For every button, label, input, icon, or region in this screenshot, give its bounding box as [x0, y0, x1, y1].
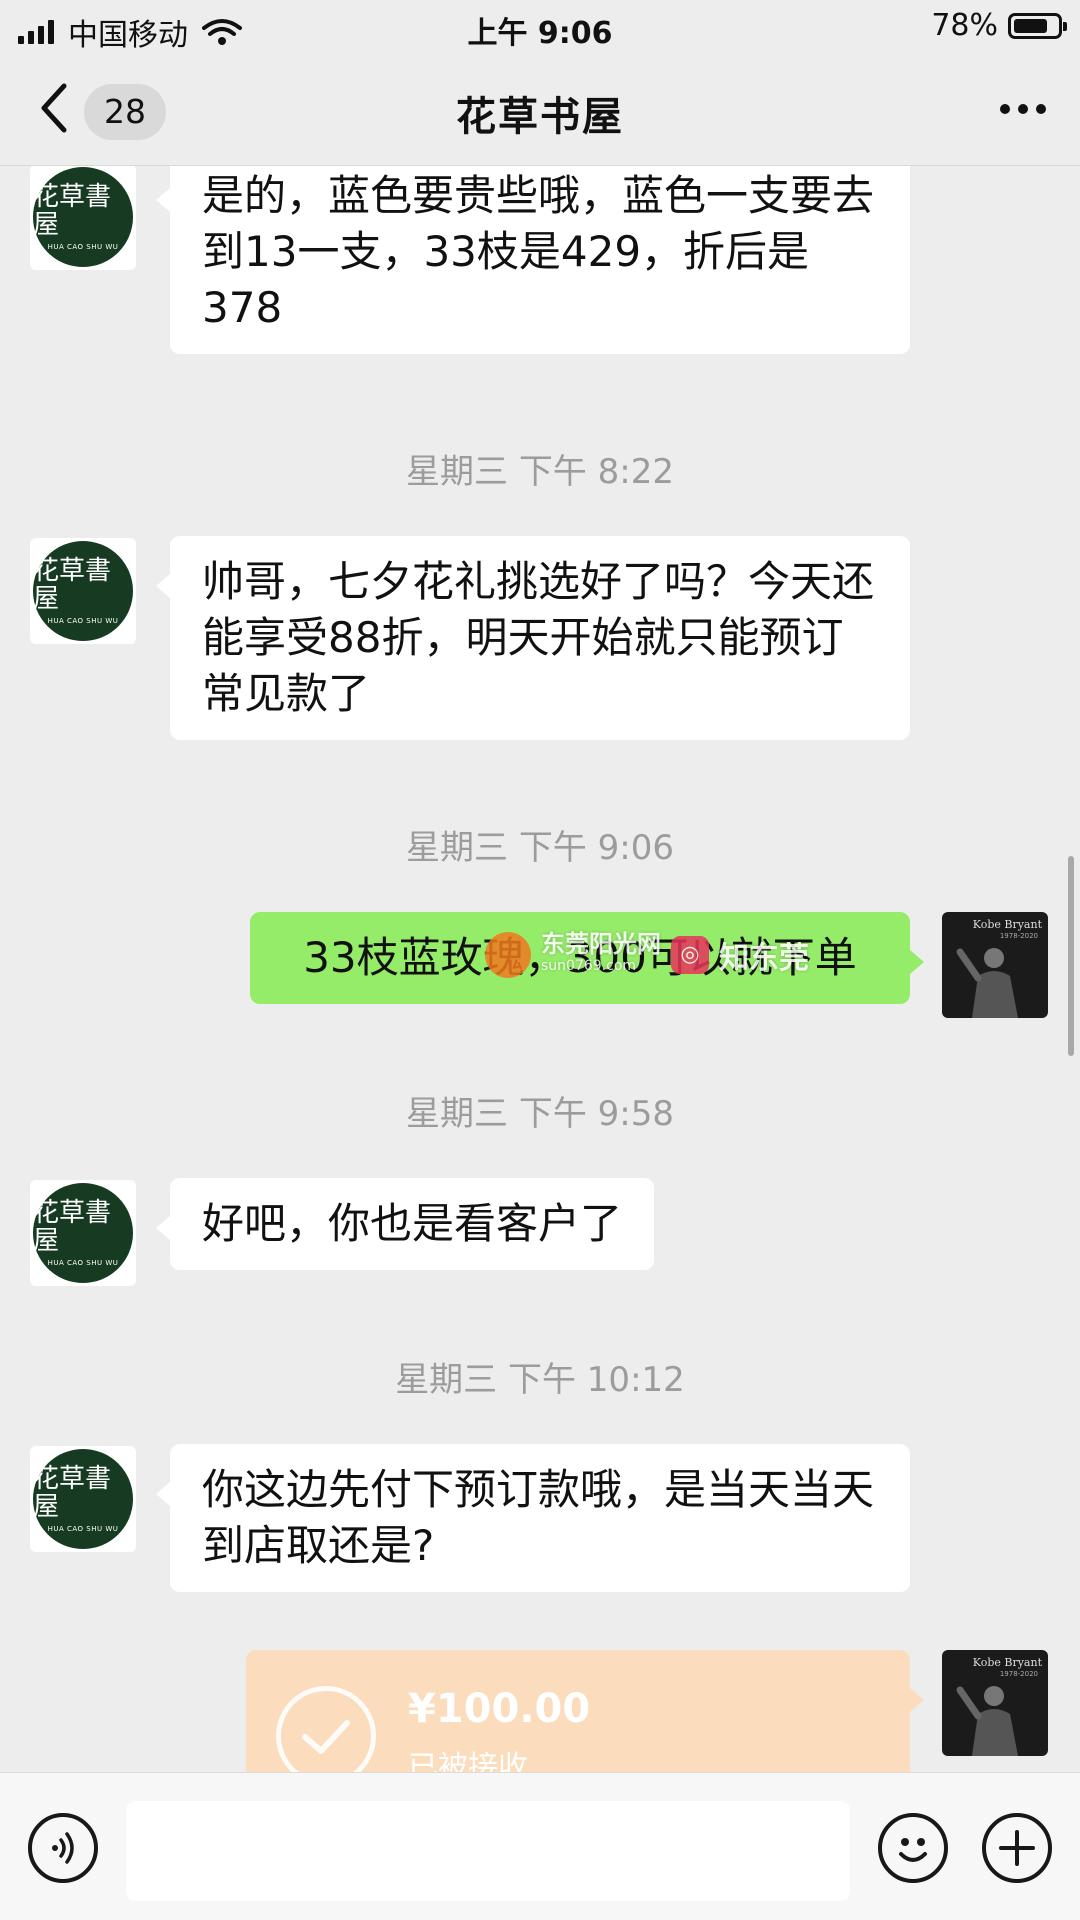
- shop-logo-sub: HUA CAO SHU WU: [47, 1525, 119, 1533]
- message-timestamp: 星期三 下午 8:22: [406, 452, 674, 492]
- message-timestamp: 星期三 下午 9:06: [406, 828, 674, 868]
- battery-percent: 78%: [931, 8, 998, 43]
- shop-logo-sub: HUA CAO SHU WU: [47, 1259, 119, 1267]
- watermark-site1-url: sun0769.com: [541, 958, 637, 974]
- shop-logo-mark: 花草書屋: [33, 1464, 112, 1522]
- battery-fill: [1014, 18, 1047, 33]
- shop-logo: 花草書屋 HUA CAO SHU WU: [33, 1183, 133, 1283]
- message-bubble-incoming[interactable]: 好吧，你也是看客户了: [155, 1178, 655, 1270]
- voice-icon[interactable]: [28, 1813, 98, 1883]
- shop-avatar[interactable]: 花草書屋 HUA CAO SHU WU: [30, 1446, 136, 1552]
- message-input[interactable]: [126, 1801, 850, 1901]
- message-bubble-incoming[interactable]: 你这边先付下预订款哦，是当天当天到店取还是?: [156, 1444, 910, 1592]
- user-avatar[interactable]: Kobe Bryant 1978-2020: [942, 1650, 1048, 1756]
- shop-logo-sub: HUA CAO SHU WU: [47, 243, 119, 251]
- shop-logo-mark: 花草書屋: [33, 556, 112, 614]
- emoji-icon[interactable]: [878, 1813, 948, 1883]
- watermark-site2: 知东莞: [719, 941, 809, 976]
- shop-logo: 花草書屋 HUA CAO SHU WU: [33, 1449, 133, 1549]
- transfer-card[interactable]: ¥100.00 已被接收: [246, 1650, 924, 1772]
- checkmark-icon: [276, 1686, 376, 1772]
- shop-logo-sub: HUA CAO SHU WU: [47, 617, 119, 625]
- status-bar: 中国移动 上午 9:06 78%: [0, 0, 1080, 54]
- battery-icon: [1008, 12, 1067, 39]
- more-dots-icon[interactable]: [1000, 104, 1046, 114]
- shop-avatar[interactable]: 花草書屋 HUA CAO SHU WU: [30, 1180, 136, 1286]
- transfer-amount: ¥100.00: [408, 1686, 591, 1732]
- message-bubble-incoming[interactable]: 是的，蓝色要贵些哦，蓝色一支要去到13一支，33枝是429，折后是378: [156, 166, 910, 354]
- status-time: 上午 9:06: [467, 16, 613, 51]
- sun-logo-icon: [485, 932, 531, 978]
- watermark-site1-name: 东莞阳光网: [541, 930, 661, 958]
- message-timestamp: 星期三 下午 9:58: [406, 1094, 674, 1134]
- shop-logo: 花草書屋 HUA CAO SHU WU: [33, 167, 133, 267]
- status-right: 78%: [931, 8, 1067, 43]
- scrollbar[interactable]: [1068, 856, 1074, 1056]
- shop-logo-mark: 花草書屋: [33, 1198, 112, 1256]
- player-silhouette-icon: [956, 948, 1018, 1018]
- zhidongguan-logo-icon: ◎: [671, 936, 709, 974]
- plus-icon[interactable]: [982, 1813, 1052, 1883]
- watermark: 东莞阳光网 sun0769.com ◎ 知东莞: [485, 928, 925, 982]
- user-avatar[interactable]: Kobe Bryant 1978-2020: [942, 912, 1048, 1018]
- watermark-site1: 东莞阳光网 sun0769.com: [541, 930, 661, 977]
- transfer-status: 已被接收: [408, 1750, 528, 1772]
- shop-avatar[interactable]: 花草書屋 HUA CAO SHU WU: [30, 538, 136, 644]
- chat-header: 28 花草书屋: [0, 54, 1080, 166]
- player-silhouette-icon: [956, 1686, 1018, 1756]
- input-bar: [0, 1772, 1080, 1920]
- chat-title: 花草书屋: [456, 94, 624, 140]
- message-timestamp: 星期三 下午 10:12: [395, 1360, 685, 1400]
- message-bubble-incoming[interactable]: 帅哥，七夕花礼挑选好了吗？今天还能享受88折，明天开始就只能预订常见款了: [156, 536, 910, 740]
- shop-logo: 花草書屋 HUA CAO SHU WU: [33, 541, 133, 641]
- shop-avatar[interactable]: 花草書屋 HUA CAO SHU WU: [30, 166, 136, 270]
- shop-logo-mark: 花草書屋: [33, 182, 112, 240]
